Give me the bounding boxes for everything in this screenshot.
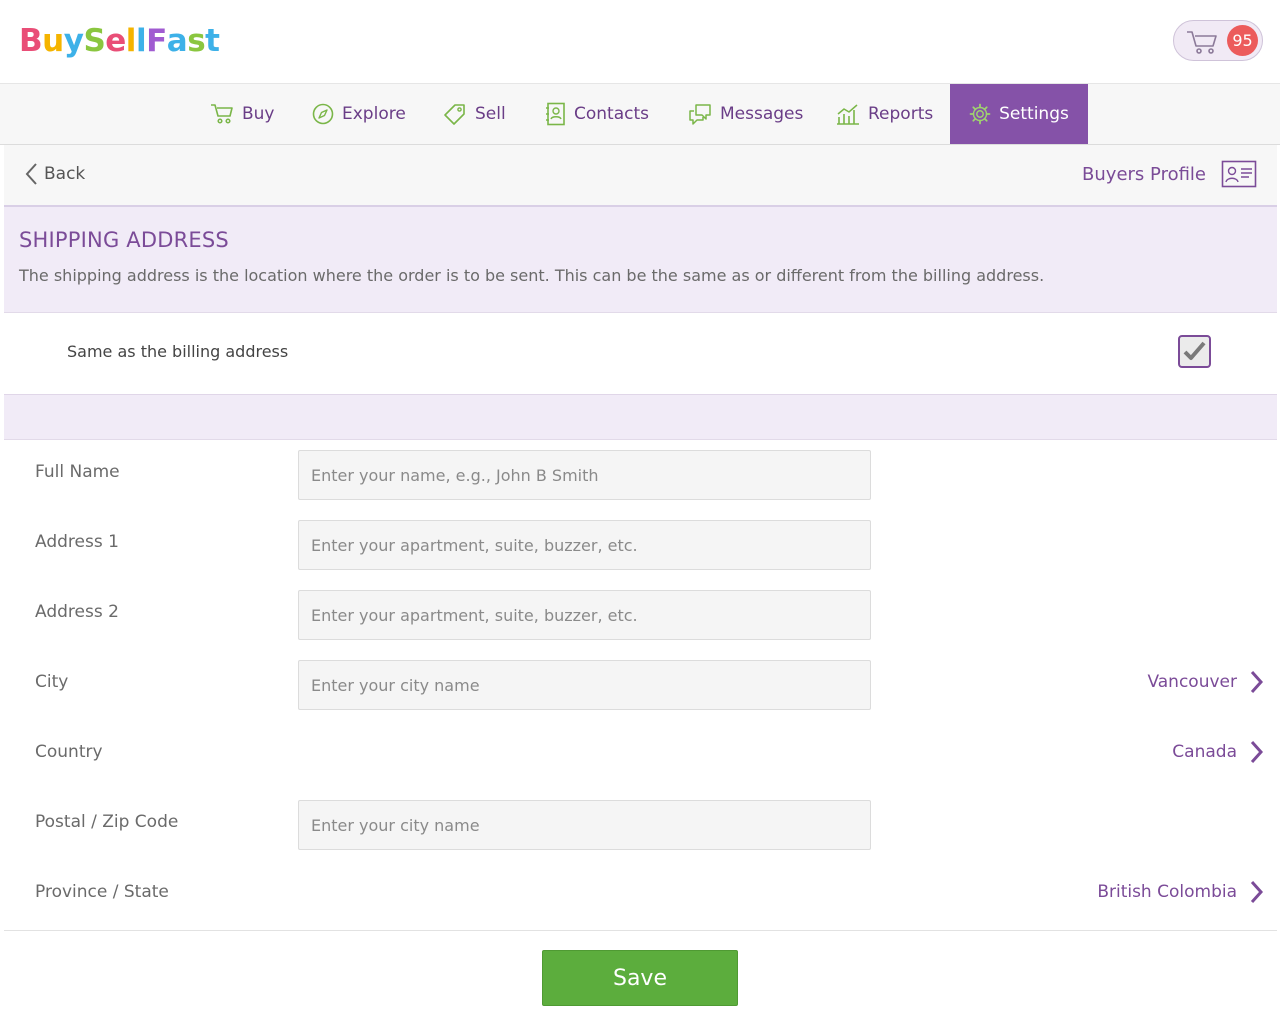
nav-item-settings[interactable]: Settings — [950, 84, 1088, 144]
subheader-bar: Back Buyers Profile — [4, 145, 1277, 207]
nav-item-contacts[interactable]: Contacts — [546, 84, 649, 144]
nav-label: Sell — [475, 104, 506, 124]
chevron-right-icon — [1250, 740, 1263, 764]
nav-item-sell[interactable]: Sell — [443, 84, 506, 144]
app-header: BuySellFast 95 — [0, 0, 1280, 84]
same-as-billing-row: Same as the billing address — [4, 313, 1277, 395]
address1-label: Address 1 — [35, 532, 119, 552]
cart-icon — [211, 104, 233, 124]
full-name-label: Full Name — [35, 462, 120, 482]
nav-label: Settings — [999, 104, 1069, 124]
city-input[interactable] — [298, 660, 871, 710]
section-title: SHIPPING ADDRESS — [19, 228, 229, 252]
province-selector[interactable]: British Colombia — [1097, 880, 1263, 904]
province-selected-value: British Colombia — [1097, 882, 1237, 902]
nav-label: Contacts — [574, 104, 649, 124]
chevron-right-icon — [1250, 880, 1263, 904]
nav-label: Messages — [720, 104, 804, 124]
city-selector[interactable]: Vancouver — [1147, 670, 1263, 694]
address2-input[interactable] — [298, 590, 871, 640]
main-nav: Buy Explore Sell Contacts Messages Repor… — [0, 84, 1280, 145]
nav-label: Reports — [868, 104, 934, 124]
country-selected-value: Canada — [1172, 742, 1237, 762]
cart-icon — [1187, 31, 1217, 54]
country-row: Country Canada — [4, 720, 1277, 791]
same-as-billing-checkbox[interactable] — [1178, 335, 1211, 368]
checkmark-icon — [1183, 341, 1206, 360]
address1-row: Address 1 — [4, 510, 1277, 581]
address-book-icon — [546, 102, 565, 126]
full-name-input[interactable] — [298, 450, 871, 500]
province-label: Province / State — [35, 882, 169, 902]
chevron-right-icon — [1250, 670, 1263, 694]
section-header: SHIPPING ADDRESS The shipping address is… — [4, 207, 1277, 313]
buyers-profile-link[interactable]: Buyers Profile — [1082, 160, 1257, 188]
chat-icon — [689, 104, 711, 125]
nav-label: Explore — [342, 104, 406, 124]
nav-item-explore[interactable]: Explore — [312, 84, 406, 144]
full-name-row: Full Name — [4, 440, 1277, 511]
nav-item-reports[interactable]: Reports — [836, 84, 933, 144]
address2-row: Address 2 — [4, 580, 1277, 651]
address2-label: Address 2 — [35, 602, 119, 622]
chart-icon — [837, 104, 859, 125]
country-selector[interactable]: Canada — [1172, 740, 1263, 764]
chevron-left-icon — [25, 163, 37, 185]
id-card-icon — [1221, 160, 1257, 188]
logo[interactable]: BuySellFast — [19, 21, 220, 61]
nav-item-buy[interactable]: Buy — [210, 84, 275, 144]
save-button[interactable]: Save — [542, 950, 738, 1006]
same-as-billing-label: Same as the billing address — [67, 342, 289, 361]
nav-item-messages[interactable]: Messages — [688, 84, 803, 144]
tag-icon — [444, 104, 465, 125]
postal-code-label: Postal / Zip Code — [35, 812, 179, 832]
address1-input[interactable] — [298, 520, 871, 570]
postal-code-input[interactable] — [298, 800, 871, 850]
city-selected-value: Vancouver — [1147, 672, 1237, 692]
compass-icon — [312, 103, 334, 125]
country-label: Country — [35, 742, 103, 762]
city-label: City — [35, 672, 69, 692]
postal-code-row: Postal / Zip Code — [4, 790, 1277, 861]
cart-count-badge: 95 — [1227, 25, 1258, 56]
city-row: City Vancouver — [4, 650, 1277, 721]
profile-label: Buyers Profile — [1082, 163, 1206, 185]
section-description: The shipping address is the location whe… — [19, 266, 1045, 285]
nav-label: Buy — [242, 104, 275, 124]
province-row: Province / State British Colombia — [4, 860, 1277, 931]
cart-button[interactable]: 95 — [1173, 20, 1263, 61]
section-divider-band — [4, 395, 1277, 440]
back-button[interactable]: Back — [24, 162, 85, 186]
back-label: Back — [44, 164, 86, 184]
gear-icon — [969, 103, 991, 125]
